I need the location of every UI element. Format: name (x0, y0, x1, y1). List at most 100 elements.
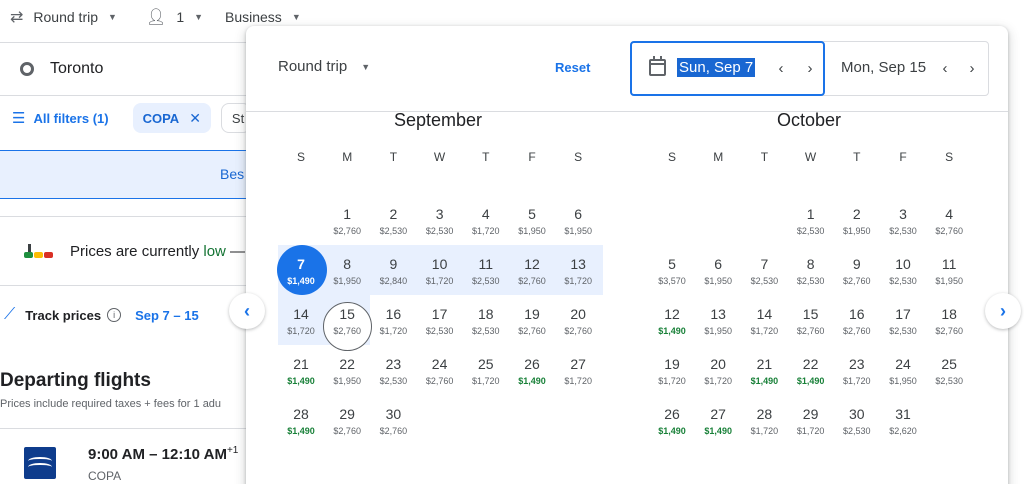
return-date-value[interactable]: Mon, Sep 15 (841, 59, 926, 76)
day-number: 29 (339, 406, 355, 422)
day-price: $2,530 (379, 226, 408, 236)
calendar-day[interactable]: 13 $1,720 (555, 247, 601, 297)
info-icon[interactable]: i (107, 308, 122, 322)
calendar-day[interactable]: 22 $1,950 (324, 347, 370, 397)
best-flights-tab[interactable]: Bes (0, 150, 262, 199)
calendar-day[interactable]: 18 $2,760 (926, 297, 972, 347)
calendar-day[interactable]: 15 $2,760 (788, 297, 834, 347)
calendar-day[interactable]: 25 $2,530 (926, 347, 972, 397)
calendar-day[interactable]: 5 $1,950 (509, 197, 555, 247)
calendar-day[interactable]: 29 $2,760 (324, 397, 370, 447)
calendar-day[interactable]: 11 $2,530 (463, 247, 509, 297)
calendar-day[interactable]: 20 $1,720 (695, 347, 741, 397)
calendar-day[interactable]: 12 $2,760 (509, 247, 555, 297)
calendar-day[interactable]: 23 $1,720 (834, 347, 880, 397)
all-filters-button[interactable]: ☰ All filters (1) (12, 109, 109, 127)
departure-date-field[interactable]: Sun, Sep 7 ‹ › (630, 41, 825, 96)
day-price: $2,760 (564, 326, 592, 336)
calendar-day[interactable]: 19 $1,720 (649, 347, 695, 397)
calendar-day[interactable]: 27 $1,490 (695, 397, 741, 447)
calendar-day[interactable]: 11 $1,950 (926, 247, 972, 297)
calendar-day[interactable]: 16 $1,720 (370, 297, 416, 347)
close-icon[interactable]: ✕ (189, 110, 201, 127)
calendar-day[interactable]: 8 $1,950 (324, 247, 370, 297)
price-insight-banner[interactable]: Prices are currently low — (0, 216, 262, 286)
calendar-day[interactable]: 13 $1,950 (695, 297, 741, 347)
calendar-day[interactable]: 23 $2,530 (370, 347, 416, 397)
calendar-day[interactable]: 30 $2,760 (370, 397, 416, 447)
departure-prev-day-button[interactable]: ‹ (771, 59, 791, 79)
calendar-day[interactable]: 10 $2,530 (880, 247, 926, 297)
calendar-day[interactable]: 14 $1,720 (741, 297, 787, 347)
next-month-button[interactable]: › (985, 293, 1021, 329)
calendar-day[interactable]: 19 $2,760 (509, 297, 555, 347)
calendar-day[interactable]: 7 $2,530 (741, 247, 787, 297)
calendar-day[interactable]: 25 $1,720 (463, 347, 509, 397)
origin-field[interactable]: Toronto (0, 42, 260, 96)
calendar-day[interactable]: 17 $2,530 (417, 297, 463, 347)
day-number: 22 (339, 356, 355, 372)
calendar-day[interactable]: 4 $1,720 (463, 197, 509, 247)
day-price: $2,530 (750, 276, 779, 286)
reset-button[interactable]: Reset (555, 60, 590, 75)
calendar-day[interactable]: 3 $2,530 (417, 197, 463, 247)
calendar-day[interactable]: 1 $2,530 (788, 197, 834, 247)
day-price: $2,760 (843, 326, 871, 336)
chevron-down-icon: ▼ (194, 12, 204, 22)
calendar-day[interactable]: 1 $2,760 (324, 197, 370, 247)
calendar-day[interactable]: 18 $2,530 (463, 297, 509, 347)
dialog-trip-type-select[interactable]: Round trip ▼ (278, 58, 370, 75)
calendar-day[interactable]: 21 $1,490 (278, 347, 324, 397)
calendar-day[interactable]: 8 $2,530 (788, 247, 834, 297)
person-icon: 👤︎ (146, 9, 167, 26)
calendar-day[interactable]: 24 $2,760 (417, 347, 463, 397)
trip-type-select[interactable]: ⇄ Round trip ▼ (10, 6, 117, 28)
calendar-day[interactable]: 26 $1,490 (649, 397, 695, 447)
calendar-day[interactable]: 3 $2,530 (880, 197, 926, 247)
calendar-day[interactable]: 20 $2,760 (555, 297, 601, 347)
calendar-day[interactable]: 21 $1,490 (741, 347, 787, 397)
day-number: 13 (570, 256, 586, 272)
calendar-day[interactable]: 5 $3,570 (649, 247, 695, 297)
calendar-day[interactable]: 30 $2,530 (834, 397, 880, 447)
day-number: 8 (806, 256, 815, 272)
airline-filter-chip[interactable]: COPA ✕ (132, 103, 211, 133)
calendar-day[interactable]: 17 $2,530 (880, 297, 926, 347)
chevron-down-icon: ▼ (361, 61, 371, 72)
calendar-day[interactable]: 31 $2,620 (880, 397, 926, 447)
calendar-day[interactable]: 27 $1,720 (555, 347, 601, 397)
return-prev-day-button[interactable]: ‹ (935, 59, 955, 79)
return-next-day-button[interactable]: › (962, 59, 982, 79)
day-price: $2,530 (379, 376, 408, 386)
calendar-day[interactable]: 6 $1,950 (555, 197, 601, 247)
trip-type-label: Round trip (33, 9, 98, 25)
day-price: $2,530 (472, 276, 500, 286)
day-number: 5 (528, 206, 536, 222)
calendar-day[interactable]: 9 $2,840 (370, 247, 416, 297)
calendar-day[interactable]: 24 $1,950 (880, 347, 926, 397)
calendar-day[interactable]: 15 $2,760 (324, 297, 370, 347)
calendar-day[interactable]: 12 $1,490 (649, 297, 695, 347)
previous-month-button[interactable]: ‹ (229, 293, 265, 329)
calendar-day[interactable]: 29 $1,720 (788, 397, 834, 447)
calendar-day[interactable]: 26 $1,490 (509, 347, 555, 397)
calendar-day[interactable]: 28 $1,490 (278, 397, 324, 447)
calendar-day[interactable]: 9 $2,760 (834, 247, 880, 297)
weekday-label: S (574, 150, 583, 164)
day-price: $2,530 (472, 326, 500, 336)
calendar-day[interactable]: 16 $2,760 (834, 297, 880, 347)
calendar-day[interactable]: 2 $2,530 (370, 197, 416, 247)
calendar-day[interactable]: 10 $1,720 (417, 247, 463, 297)
calendar-day[interactable]: 2 $1,950 (834, 197, 880, 247)
calendar-day[interactable]: 22 $1,490 (788, 347, 834, 397)
day-price: $3,570 (658, 276, 686, 286)
calendar-day[interactable]: 14 $1,720 (278, 297, 324, 347)
flight-result-card[interactable]: 9:00 AM – 12:10 AM+1 COPA (0, 428, 262, 484)
calendar-day[interactable]: 6 $1,950 (695, 247, 741, 297)
calendar-day[interactable]: 4 $2,760 (926, 197, 972, 247)
departure-next-day-button[interactable]: › (800, 59, 820, 79)
cabin-select[interactable]: Business ▼ (225, 6, 301, 28)
passengers-select[interactable]: 👤︎ 1 ▼ (146, 6, 203, 28)
calendar-day[interactable]: 7 $1,490 (278, 247, 324, 297)
calendar-day[interactable]: 28 $1,720 (741, 397, 787, 447)
